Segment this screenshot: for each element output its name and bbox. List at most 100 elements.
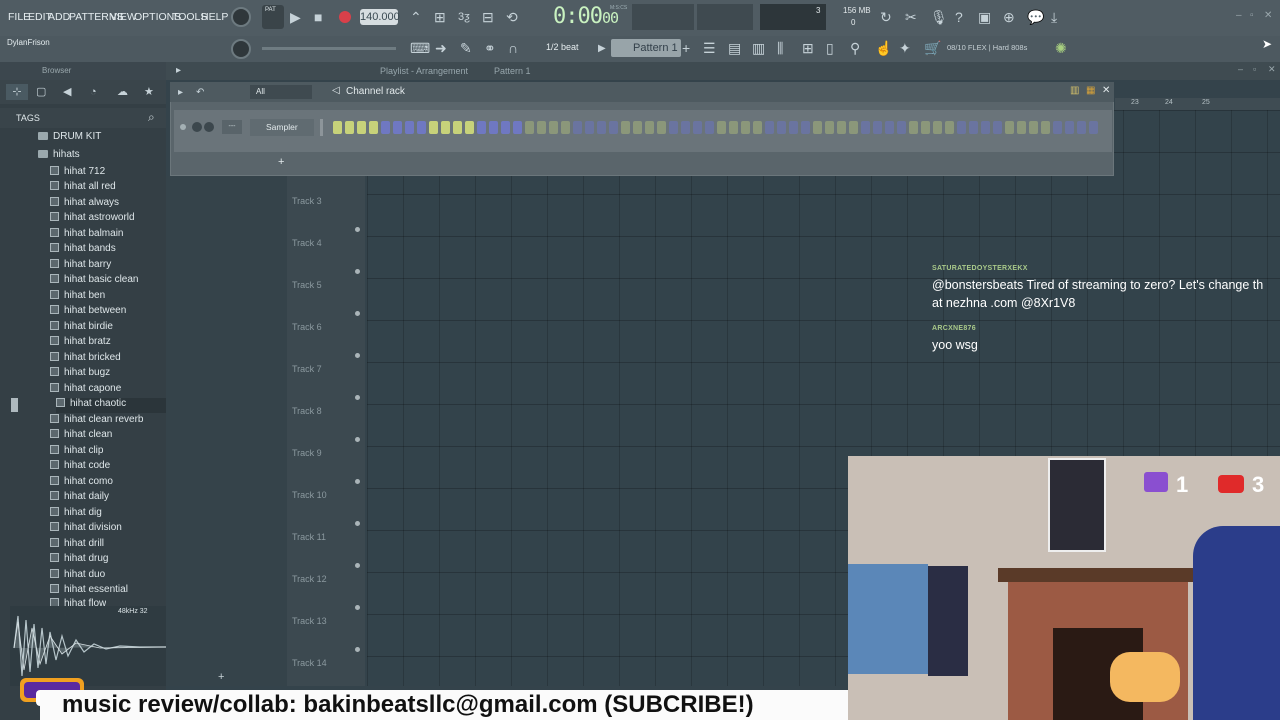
file-item[interactable]: hihat daily: [50, 491, 109, 506]
menu-add[interactable]: ADD: [48, 11, 70, 23]
step-button[interactable]: [1089, 121, 1098, 134]
cut-tool-icon[interactable]: ✦: [899, 40, 911, 56]
cart-icon[interactable]: 🛒: [924, 40, 941, 56]
step-button[interactable]: [1077, 121, 1086, 134]
graph-editor-icon[interactable]: ▥: [1070, 85, 1079, 96]
pencil-icon[interactable]: ✎: [460, 40, 472, 56]
step-button[interactable]: [789, 121, 798, 134]
arrow-icon[interactable]: ➜: [435, 40, 447, 56]
playlist-minimize-icon[interactable]: –: [1238, 64, 1243, 74]
play-icon[interactable]: ▶: [290, 9, 301, 25]
file-item[interactable]: hihat clean: [50, 429, 112, 444]
step-button[interactable]: [861, 121, 870, 134]
step-button[interactable]: [981, 121, 990, 134]
channel-volume-knob[interactable]: [204, 122, 214, 132]
track-name[interactable]: Track 10: [292, 490, 327, 500]
playlist-arrow-icon[interactable]: ▸: [176, 63, 181, 79]
step-button[interactable]: [489, 121, 498, 134]
track-mute-knob[interactable]: [355, 353, 360, 358]
file-item[interactable]: hihat como: [50, 476, 113, 491]
file-item[interactable]: hihat drill: [50, 538, 104, 553]
record-icon[interactable]: [339, 11, 351, 23]
metronome-icon[interactable]: ⌃: [410, 9, 422, 25]
channel-rack-icon[interactable]: ▥: [752, 40, 765, 56]
pat-song-toggle[interactable]: PAT: [262, 5, 284, 29]
search-icon[interactable]: ⌕: [148, 110, 155, 125]
step-button[interactable]: [741, 121, 750, 134]
track-mute-knob[interactable]: [355, 521, 360, 526]
step-button[interactable]: [933, 121, 942, 134]
playlist-icon[interactable]: ☰: [703, 40, 716, 56]
step-button[interactable]: [957, 121, 966, 134]
loop-record-icon[interactable]: ⟲: [506, 9, 518, 25]
countdown-icon[interactable]: 3ƺ: [458, 9, 470, 25]
track-name[interactable]: Track 12: [292, 574, 327, 584]
flex-icon[interactable]: ✺: [1055, 40, 1067, 56]
track-name[interactable]: Track 3: [292, 196, 322, 206]
step-edit-icon[interactable]: ⊟: [482, 9, 494, 25]
step-sequencer-icon[interactable]: ▦: [1086, 85, 1095, 96]
file-item[interactable]: hihat essential: [50, 584, 128, 599]
step-button[interactable]: [453, 121, 462, 134]
file-item[interactable]: hihat bratz: [50, 336, 111, 351]
rack-expand-icon[interactable]: ▸: [178, 85, 183, 101]
pattern-prev-icon[interactable]: ▶: [598, 41, 606, 57]
step-button[interactable]: [1029, 121, 1038, 134]
song-position-slider[interactable]: [262, 47, 396, 50]
track-name[interactable]: Track 8: [292, 406, 322, 416]
step-button[interactable]: [873, 121, 882, 134]
track-mute-knob[interactable]: [355, 605, 360, 610]
pattern-selector[interactable]: Pattern 1: [611, 39, 681, 57]
file-item[interactable]: hihat bands: [50, 243, 116, 258]
piano-roll-icon[interactable]: ▤: [728, 40, 741, 56]
track-mute-knob[interactable]: [355, 647, 360, 652]
track-mute-knob[interactable]: [355, 311, 360, 316]
file-item[interactable]: hihat clean reverb: [50, 414, 144, 429]
file-item[interactable]: hihat basic clean: [50, 274, 139, 289]
chat-icon[interactable]: 💬: [1027, 9, 1044, 25]
file-item[interactable]: hihat clip: [50, 445, 103, 460]
rack-undo-icon[interactable]: ↶: [196, 85, 204, 101]
link-icon[interactable]: ⚭: [484, 40, 496, 56]
step-button[interactable]: [849, 121, 858, 134]
add-track-icon[interactable]: +: [218, 671, 224, 683]
clock-tab-icon[interactable]: ◔: [90, 84, 97, 100]
step-button[interactable]: [729, 121, 738, 134]
track-name[interactable]: Track 5: [292, 280, 322, 290]
step-button[interactable]: [561, 121, 570, 134]
wait-input-icon[interactable]: ⊞: [434, 9, 446, 25]
microphone-icon[interactable]: 🎙: [930, 9, 948, 25]
step-button[interactable]: [645, 121, 654, 134]
file-item[interactable]: hihat astroworld: [50, 212, 135, 227]
step-button[interactable]: [669, 121, 678, 134]
step-button[interactable]: [657, 121, 666, 134]
group-filter-dropdown[interactable]: All: [250, 85, 312, 99]
step-button[interactable]: [717, 121, 726, 134]
file-item[interactable]: hihat all red: [50, 181, 116, 196]
step-button[interactable]: [921, 121, 930, 134]
step-button[interactable]: [753, 121, 762, 134]
step-button[interactable]: [1005, 121, 1014, 134]
step-button[interactable]: [801, 121, 810, 134]
step-button[interactable]: [333, 121, 342, 134]
step-button[interactable]: [993, 121, 1002, 134]
file-item-selected[interactable]: hihat chaotic: [56, 398, 166, 413]
step-button[interactable]: [597, 121, 606, 134]
timeline-ruler[interactable]: 23 24 25: [1115, 98, 1280, 110]
project-icon[interactable]: ▯: [826, 40, 834, 56]
piano-icon[interactable]: ⌨: [410, 40, 430, 56]
channel-mute-led[interactable]: [180, 124, 186, 130]
step-button[interactable]: [573, 121, 582, 134]
star-tab-icon[interactable]: ★: [144, 84, 154, 100]
track-mute-knob[interactable]: [355, 395, 360, 400]
track-name[interactable]: Track 14: [292, 658, 327, 668]
step-button[interactable]: [1053, 121, 1062, 134]
step-button[interactable]: [1065, 121, 1074, 134]
file-item[interactable]: hihat capone: [50, 383, 121, 398]
step-button[interactable]: [1041, 121, 1050, 134]
track-mute-knob[interactable]: [355, 227, 360, 232]
track-name[interactable]: Track 11: [292, 532, 326, 542]
step-button[interactable]: [693, 121, 702, 134]
snap-selector[interactable]: 1/2 beat: [546, 42, 579, 52]
files-tab-icon[interactable]: ▢: [36, 84, 46, 100]
